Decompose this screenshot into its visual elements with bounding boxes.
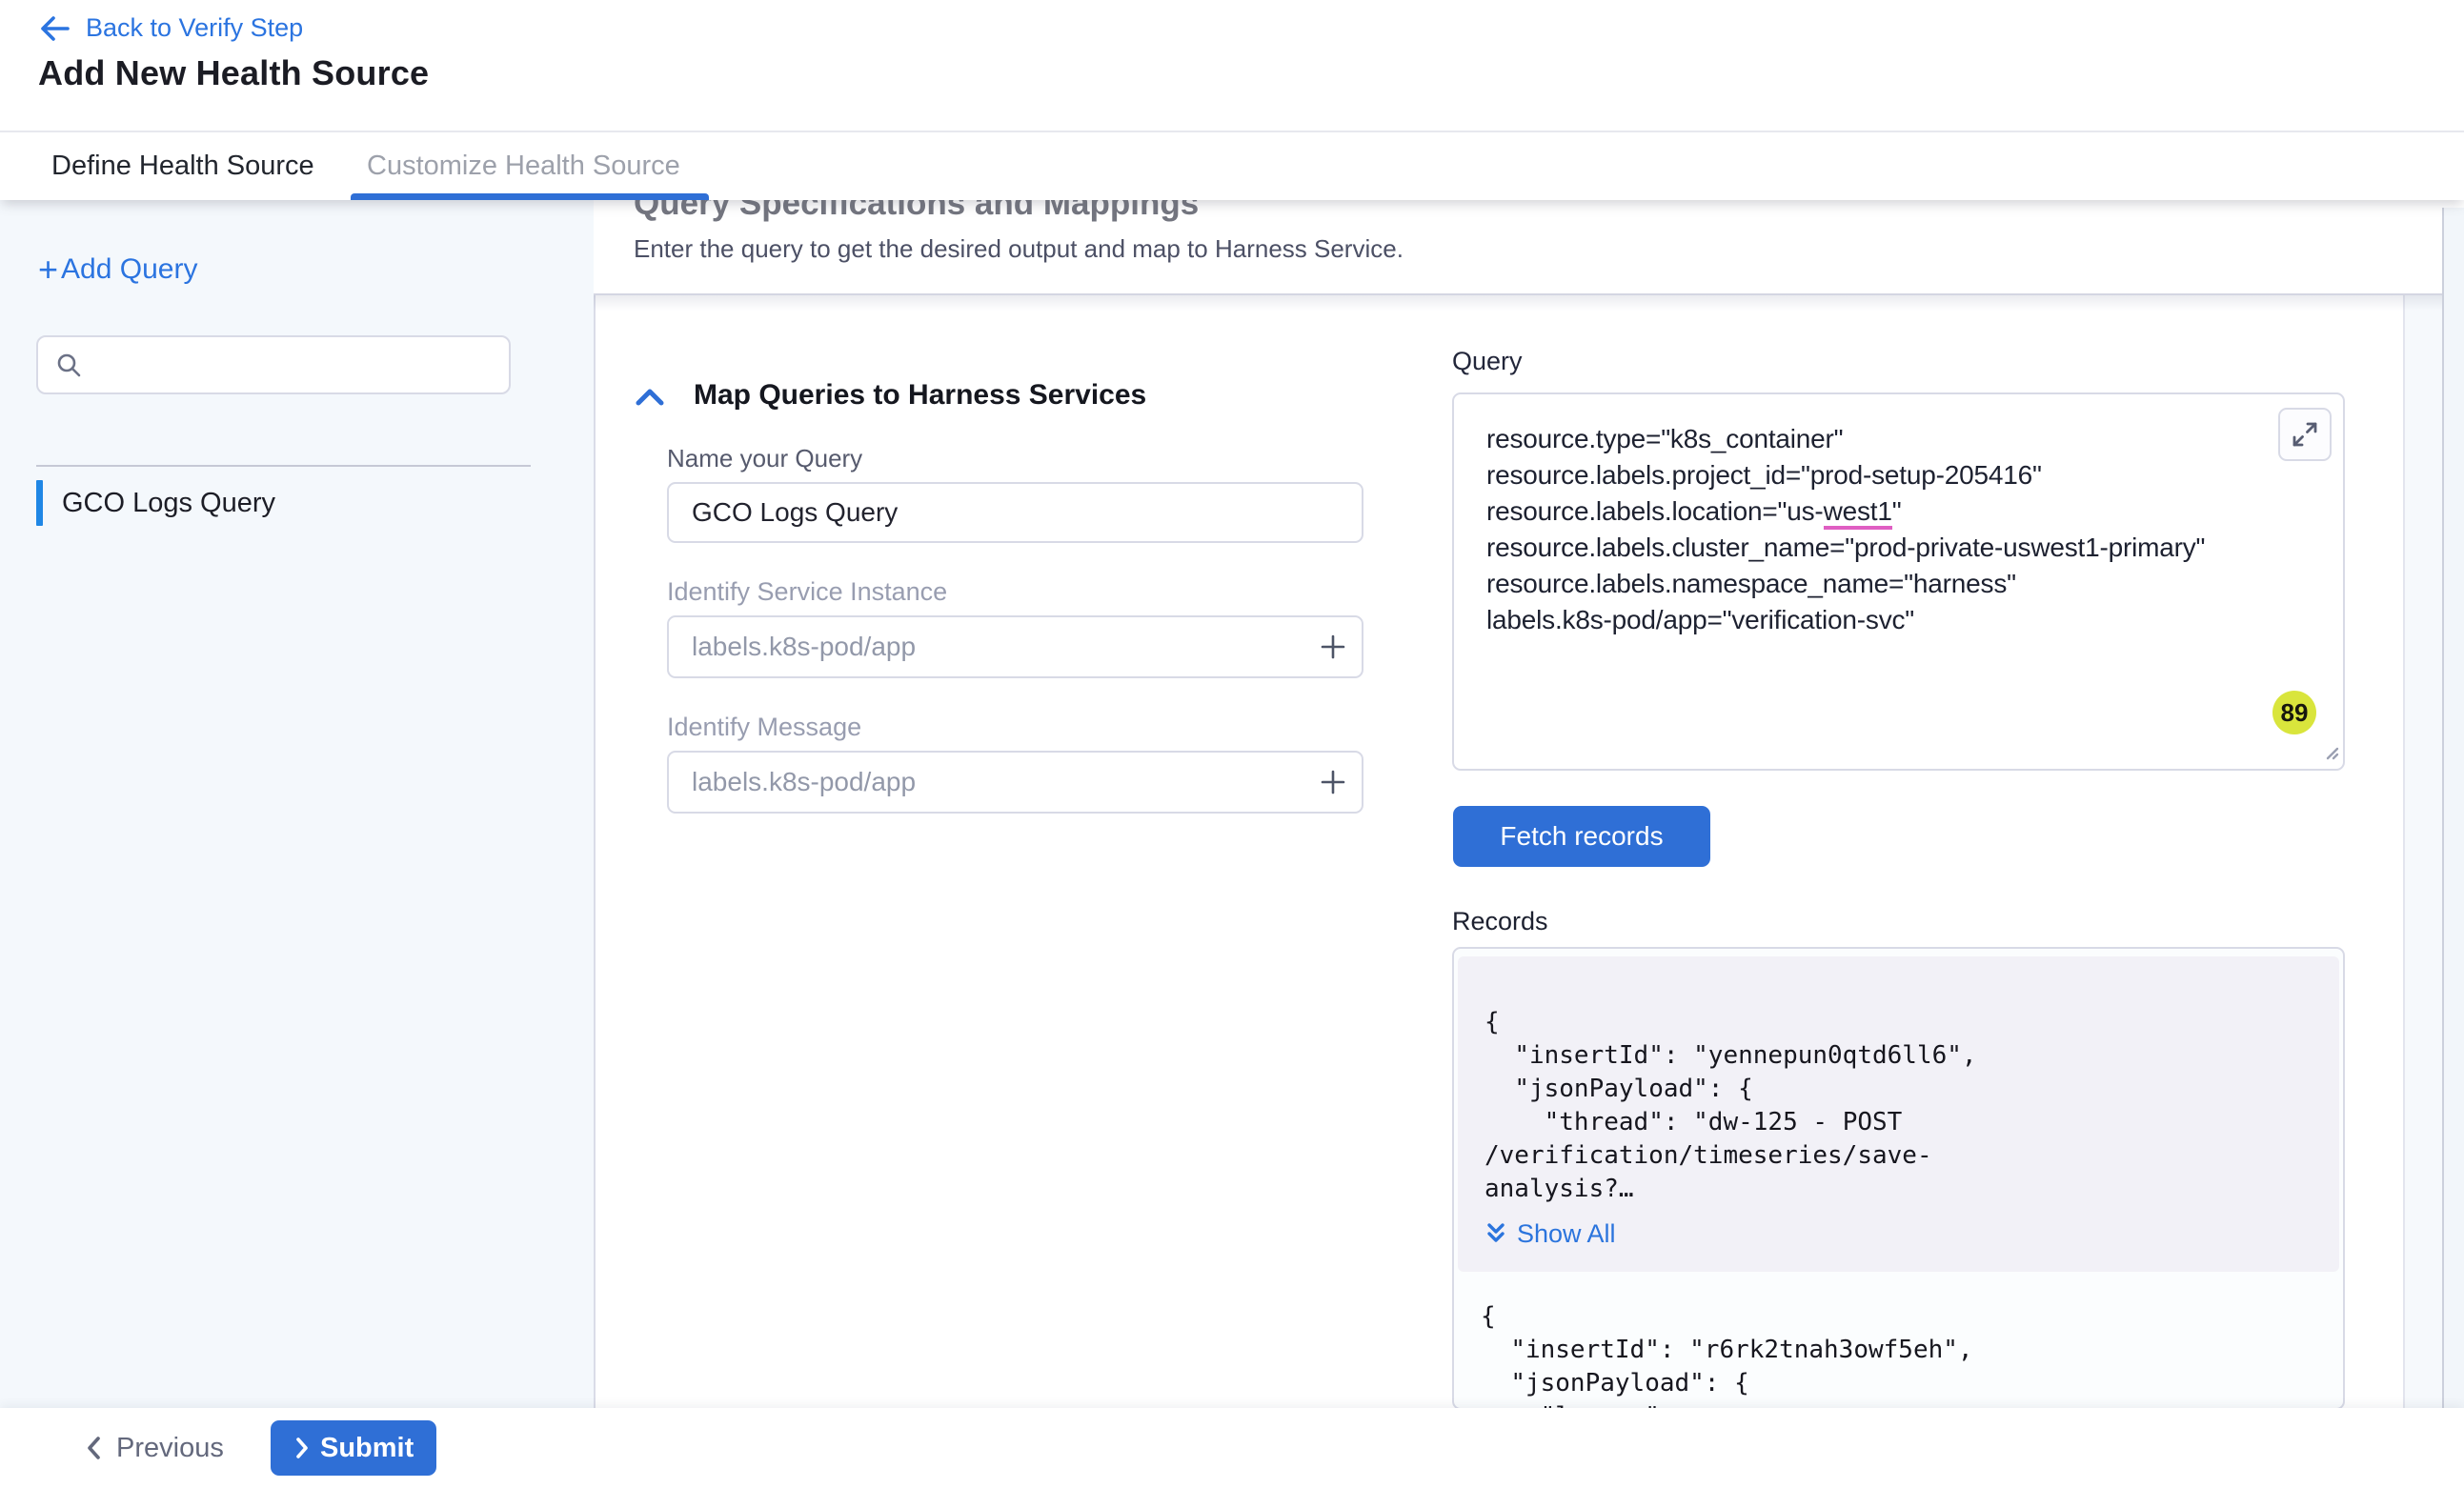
previous-button[interactable]: Previous: [84, 1408, 224, 1488]
card-gutter: [2405, 295, 2442, 1408]
section-heading: Query Specifications and Mappings: [634, 200, 2464, 223]
character-count-badge: 89: [2272, 691, 2316, 734]
double-chevron-down-icon: [1484, 1221, 1507, 1248]
record-2-json: { "insertId": "r6rk2tnah3owf5eh", "jsonP…: [1481, 1300, 2318, 1408]
tab-define-health-source[interactable]: Define Health Source: [51, 132, 314, 200]
sidebar-divider: [36, 465, 531, 467]
add-message-button[interactable]: [1304, 754, 1362, 811]
identify-message-label: Identify Message: [667, 713, 861, 742]
section-subheading: Enter the query to get the desired outpu…: [634, 234, 2464, 264]
record-item-1: { "insertId": "yennepun0qtd6ll6", "jsonP…: [1458, 956, 2339, 1272]
footer-bar: Previous Submit: [0, 1408, 2464, 1488]
identify-message-input[interactable]: [669, 767, 1304, 797]
add-query-button[interactable]: + Add Query: [38, 253, 197, 286]
expand-icon: [2292, 421, 2318, 448]
name-query-label: Name your Query: [667, 444, 862, 473]
fetch-records-button[interactable]: Fetch records: [1453, 806, 1710, 867]
service-instance-field: [667, 615, 1363, 678]
main-panel: Query Specifications and Mappings Enter …: [594, 200, 2464, 1408]
record-1-json: { "insertId": "yennepun0qtd6ll6", "jsonP…: [1484, 1006, 2314, 1206]
page-title: Add New Health Source: [38, 53, 429, 93]
add-health-source-page: Back to Verify Step Add New Health Sourc…: [0, 0, 2464, 1488]
records-label: Records: [1452, 907, 1548, 936]
identify-message-field: [667, 751, 1363, 814]
chevron-right-icon: [293, 1436, 311, 1460]
back-arrow-icon: [38, 14, 71, 43]
submit-label: Submit: [320, 1433, 414, 1464]
query-search-box: [36, 335, 511, 394]
query-list-item[interactable]: GCO Logs Query: [36, 479, 275, 527]
resize-handle[interactable]: [2318, 739, 2339, 765]
back-to-verify-step-link[interactable]: Back to Verify Step: [38, 13, 303, 43]
tab-customize-health-source[interactable]: Customize Health Source: [367, 132, 680, 200]
top-header: Back to Verify Step Add New Health Sourc…: [0, 0, 2464, 132]
add-service-instance-button[interactable]: [1304, 618, 1362, 675]
collapse-chevron-up-icon[interactable]: [634, 387, 666, 412]
query-textarea[interactable]: resource.type="k8s_container"resource.la…: [1452, 392, 2345, 771]
active-tab-underline: [351, 193, 709, 200]
show-all-link[interactable]: Show All: [1484, 1217, 2314, 1251]
query-item-label: GCO Logs Query: [62, 488, 275, 519]
name-query-input[interactable]: [667, 482, 1363, 543]
previous-label: Previous: [116, 1433, 224, 1464]
query-sidebar: + Add Query GCO Logs Query: [0, 200, 594, 1408]
map-queries-title: Map Queries to Harness Services: [694, 379, 1146, 412]
body-area: + Add Query GCO Logs Query Query Specifi…: [0, 200, 2464, 1408]
show-all-label: Show All: [1517, 1217, 1616, 1251]
search-icon: [55, 352, 82, 378]
query-mappings-card: Map Queries to Harness Services Name you…: [594, 293, 2403, 1408]
service-instance-label: Identify Service Instance: [667, 577, 947, 607]
back-link-label: Back to Verify Step: [86, 13, 303, 43]
expand-query-button[interactable]: [2278, 408, 2332, 461]
plus-icon: +: [38, 255, 58, 284]
submit-button[interactable]: Submit: [271, 1420, 436, 1476]
tab-bar: Define Health Source Customize Health So…: [0, 132, 2464, 200]
query-label: Query: [1452, 347, 1523, 376]
selected-query-indicator: [36, 480, 43, 526]
search-input[interactable]: [93, 338, 509, 392]
record-item-2: { "insertId": "r6rk2tnah3owf5eh", "jsonP…: [1454, 1272, 2343, 1408]
scrollbar-gutter[interactable]: [2442, 208, 2464, 1408]
chevron-left-icon: [84, 1435, 103, 1461]
add-query-label: Add Query: [61, 253, 197, 286]
records-box: { "insertId": "yennepun0qtd6ll6", "jsonP…: [1452, 947, 2345, 1408]
service-instance-input[interactable]: [669, 632, 1304, 662]
query-text: resource.type="k8s_container"resource.la…: [1486, 421, 2255, 638]
